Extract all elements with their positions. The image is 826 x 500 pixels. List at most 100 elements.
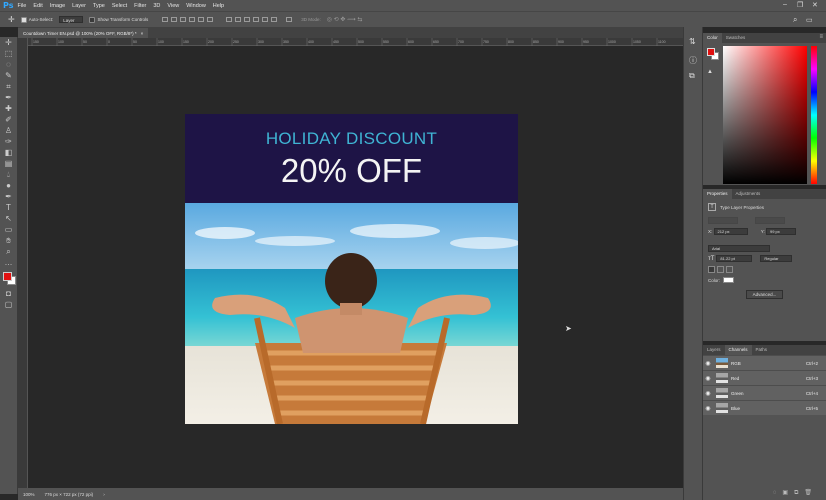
- tab-channels[interactable]: Channels: [724, 345, 752, 355]
- save-selection-icon[interactable]: ▣: [782, 490, 794, 496]
- visibility-eye-icon[interactable]: ◉: [703, 390, 713, 397]
- auto-align-icon[interactable]: [286, 17, 295, 22]
- distribute-middle-icon[interactable]: [235, 17, 242, 22]
- tab-swatches[interactable]: Swatches: [722, 33, 750, 43]
- panel-menu-icon[interactable]: ≡: [819, 34, 823, 40]
- menu-filter[interactable]: Filter: [134, 3, 146, 9]
- text-color-swatch[interactable]: [723, 277, 735, 283]
- color-field[interactable]: [723, 46, 807, 184]
- align-bottom-icon[interactable]: [180, 17, 187, 22]
- zoom-tool[interactable]: ⌕: [0, 246, 17, 257]
- eraser-tool[interactable]: ◧: [0, 147, 17, 158]
- minimize-button[interactable]: –: [783, 1, 787, 8]
- healing-brush-tool[interactable]: ✚: [0, 103, 17, 114]
- menu-help[interactable]: Help: [213, 3, 224, 9]
- visibility-eye-icon[interactable]: ◉: [703, 360, 713, 367]
- headline-text[interactable]: HOLIDAY DISCOUNT: [185, 129, 518, 149]
- tab-adjustments[interactable]: Adjustments: [732, 189, 765, 199]
- x-input[interactable]: 212 px: [713, 228, 748, 235]
- crop-tool[interactable]: ⌗: [0, 81, 17, 92]
- document-tab[interactable]: Countdown Timer EN.psd @ 100% (20% OFF, …: [18, 28, 149, 38]
- distribute-buttons[interactable]: [226, 17, 280, 22]
- brush-tool[interactable]: ✐: [0, 114, 17, 125]
- dodge-tool[interactable]: ●: [0, 180, 17, 191]
- marquee-tool[interactable]: ⬚: [0, 48, 17, 59]
- close-button[interactable]: ✕: [812, 1, 818, 9]
- offer-text[interactable]: 20% OFF: [185, 152, 518, 190]
- foreground-color-swatch[interactable]: [3, 272, 12, 281]
- move-tool-icon[interactable]: ✛: [8, 15, 15, 24]
- pen-tool[interactable]: ✒: [0, 191, 17, 202]
- history-brush-tool[interactable]: ✑: [0, 136, 17, 147]
- new-channel-icon[interactable]: ⧉: [794, 490, 804, 496]
- align-center-text-icon[interactable]: [717, 266, 724, 273]
- type-tool[interactable]: T: [0, 202, 17, 213]
- hand-tool[interactable]: ✋︎: [0, 235, 17, 246]
- hue-slider[interactable]: [811, 46, 817, 184]
- canvas-area[interactable]: HOLIDAY DISCOUNT 20% OFF ➤: [28, 46, 683, 488]
- app-logo[interactable]: Ps: [3, 1, 13, 10]
- advanced-button[interactable]: Advanced...: [745, 290, 784, 299]
- align-top-icon[interactable]: [162, 17, 169, 22]
- gradient-tool[interactable]: ▤: [0, 158, 17, 169]
- screen-mode-icon[interactable]: ▢: [0, 299, 17, 310]
- path-selection-tool[interactable]: ↖: [0, 213, 17, 224]
- search-icon[interactable]: ⌕: [793, 15, 797, 25]
- channel-row-green[interactable]: ◉ Green Ctrl+4: [703, 385, 826, 400]
- align-left-icon[interactable]: [189, 17, 196, 22]
- workspace-icon[interactable]: ▭: [806, 16, 813, 24]
- show-transform-checkbox[interactable]: Show Transform Controls: [89, 16, 148, 23]
- distribute-bottom-icon[interactable]: [244, 17, 251, 22]
- clone-source-icon[interactable]: ⧉: [689, 71, 695, 81]
- tab-color[interactable]: Color: [703, 33, 722, 43]
- channel-row-rgb[interactable]: ◉ RGB Ctrl+2: [703, 355, 826, 370]
- menu-3d[interactable]: 3D: [153, 3, 160, 9]
- tab-paths[interactable]: Paths: [752, 345, 772, 355]
- distribute-right-icon[interactable]: [271, 17, 278, 22]
- tab-close-icon[interactable]: ×: [141, 31, 144, 36]
- menu-window[interactable]: Window: [186, 3, 206, 9]
- eyedropper-tool[interactable]: ✒: [0, 92, 17, 103]
- align-right-text-icon[interactable]: [726, 266, 733, 273]
- auto-select-checkbox[interactable]: Auto-Select:: [20, 16, 53, 23]
- blur-tool[interactable]: 💧︎: [0, 169, 17, 180]
- menu-layer[interactable]: Layer: [72, 3, 86, 9]
- restore-button[interactable]: ❐: [797, 1, 803, 9]
- lasso-tool[interactable]: ◌: [0, 59, 17, 70]
- info-icon[interactable]: ⓘ: [689, 55, 697, 66]
- menu-select[interactable]: Select: [112, 3, 127, 9]
- distribute-top-icon[interactable]: [226, 17, 233, 22]
- align-buttons[interactable]: [162, 17, 216, 22]
- panel-fg-swatch[interactable]: [707, 48, 715, 56]
- distribute-center-icon[interactable]: [262, 17, 269, 22]
- font-family-select[interactable]: Arial: [708, 245, 770, 252]
- align-center-icon[interactable]: [198, 17, 205, 22]
- font-style-select[interactable]: Regular: [760, 255, 793, 262]
- status-menu-arrow[interactable]: ›: [103, 492, 105, 497]
- channel-row-blue[interactable]: ◉ Blue Ctrl+5: [703, 400, 826, 415]
- visibility-eye-icon[interactable]: ◉: [703, 405, 713, 412]
- distribute-left-icon[interactable]: [253, 17, 260, 22]
- 3d-tools[interactable]: ◎ ⟲ ✥ ⟿ ⇆: [327, 16, 363, 23]
- tab-properties[interactable]: Properties: [703, 189, 732, 199]
- document-canvas[interactable]: HOLIDAY DISCOUNT 20% OFF: [185, 114, 518, 424]
- tab-layers[interactable]: Layers: [703, 345, 725, 355]
- align-left-text-icon[interactable]: [708, 266, 715, 273]
- menu-file[interactable]: File: [17, 3, 26, 9]
- visibility-eye-icon[interactable]: ◉: [703, 375, 713, 382]
- menu-view[interactable]: View: [167, 3, 179, 9]
- clone-stamp-tool[interactable]: ♙: [0, 125, 17, 136]
- move-tool[interactable]: ✛: [0, 37, 17, 48]
- align-middle-icon[interactable]: [171, 17, 178, 22]
- quick-mask-icon[interactable]: ◘: [0, 288, 17, 299]
- quick-select-tool[interactable]: ✎: [0, 70, 17, 81]
- more-tools-icon[interactable]: …: [0, 257, 17, 268]
- auto-select-dropdown[interactable]: Layer: [59, 16, 84, 23]
- font-size-select[interactable]: 81.22 pt: [716, 255, 753, 262]
- channel-row-red[interactable]: ◉ Red Ctrl+3: [703, 370, 826, 385]
- menu-image[interactable]: Image: [50, 3, 65, 9]
- load-selection-icon[interactable]: ◌: [773, 490, 783, 496]
- color-swatches[interactable]: [0, 268, 17, 288]
- menu-edit[interactable]: Edit: [33, 3, 42, 9]
- zoom-level[interactable]: 100%: [23, 492, 35, 497]
